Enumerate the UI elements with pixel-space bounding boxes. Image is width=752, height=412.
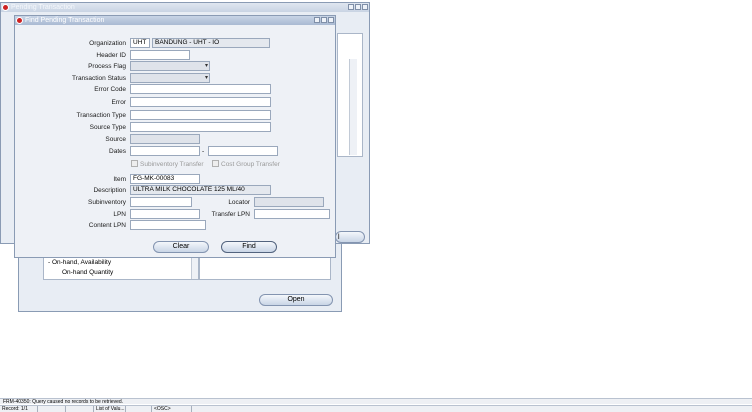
status-message-bar: FRM-40350: Query caused no records to be… (0, 398, 752, 405)
status-info-bar: Record: 1/1 List of Valu... <OSC> (0, 405, 752, 412)
subinventory-label: Subinventory (88, 199, 126, 206)
oracle-app-icon (16, 17, 23, 24)
process-flag-label: Process Flag (88, 63, 126, 70)
minimize-icon[interactable] (348, 4, 354, 10)
description-field: ULTRA MILK CHOCOLATE 125 ML/40 (130, 185, 271, 195)
description-label: Description (93, 187, 126, 194)
clear-button-label: Clear (172, 243, 190, 250)
content-lpn-field[interactable] (130, 220, 206, 230)
locator-field (254, 197, 324, 207)
pending-window-titlebar[interactable]: Pending Transaction (1, 3, 369, 12)
source-type-field[interactable] (130, 122, 271, 132)
checkbox-icon (212, 160, 219, 167)
oracle-app-icon (2, 4, 9, 11)
header-id-label: Header ID (96, 52, 126, 59)
source-type-label: Source Type (89, 124, 126, 131)
find-button-label: Find (242, 243, 256, 250)
record-indicator: Record: 1/1 (0, 406, 38, 412)
detail-panel (199, 256, 331, 280)
pending-window-title: Pending Transaction (11, 4, 75, 11)
dates-separator: - (202, 148, 205, 155)
status-segment-blank-3 (126, 406, 152, 412)
status-segment-blank-1 (38, 406, 66, 412)
content-lpn-label: Content LPN (88, 222, 126, 229)
date-to-field[interactable] (208, 146, 278, 156)
open-button-label: Open (287, 296, 305, 303)
error-code-label: Error Code (94, 86, 126, 93)
organization-code-field[interactable]: UHT (130, 38, 150, 48)
transaction-status-label: Transaction Status (72, 75, 126, 82)
minimize-icon[interactable] (314, 17, 320, 23)
error-code-field[interactable] (130, 84, 271, 94)
partial-button-area[interactable]: l (335, 231, 365, 243)
source-label: Source (105, 136, 126, 143)
transfer-lpn-label: Transfer LPN (211, 211, 250, 218)
item-field[interactable]: FG-MK-00083 (130, 174, 200, 184)
find-button[interactable]: Find (221, 241, 277, 253)
subinventory-transfer-checkbox[interactable]: Subinventory Transfer (131, 160, 204, 168)
subinventory-transfer-label: Subinventory Transfer (140, 161, 204, 168)
item-label: Item (113, 176, 126, 183)
results-scrollbar[interactable] (349, 59, 357, 155)
find-dialog-title: Find Pending Transaction (25, 17, 105, 24)
error-field[interactable] (130, 97, 271, 107)
partial-button-label: l (338, 234, 340, 241)
transaction-status-select[interactable] (130, 73, 210, 83)
organization-name-field: BANDUNG - UHT - IO (152, 38, 270, 48)
find-dialog-titlebar[interactable]: Find Pending Transaction (15, 16, 335, 25)
locator-label: Locator (228, 199, 250, 206)
osc-indicator: <OSC> (152, 406, 192, 412)
source-field (130, 134, 200, 144)
clear-button[interactable]: Clear (153, 241, 209, 253)
tree-list: - On-hand, Availability On-hand Quantity (43, 256, 199, 280)
close-icon[interactable] (362, 4, 368, 10)
subinventory-field[interactable] (130, 197, 192, 207)
tree-item-onhand-availability[interactable]: - On-hand, Availability (48, 259, 111, 266)
maximize-icon[interactable] (321, 17, 327, 23)
tree-item-onhand-quantity[interactable]: On-hand Quantity (62, 269, 113, 276)
find-pending-transaction-dialog: Find Pending Transaction Organization UH… (14, 15, 336, 258)
cost-group-transfer-label: Cost Group Transfer (221, 161, 280, 168)
date-from-field[interactable] (130, 146, 200, 156)
maximize-icon[interactable] (355, 4, 361, 10)
tree-scrollbar[interactable] (191, 257, 198, 279)
open-button[interactable]: Open (259, 294, 333, 306)
list-of-values-indicator: List of Valu... (96, 406, 126, 412)
status-segment-blank-2 (66, 406, 94, 412)
close-icon[interactable] (328, 17, 334, 23)
header-id-field[interactable] (130, 50, 190, 60)
process-flag-select[interactable] (130, 61, 210, 71)
organization-label: Organization (89, 40, 126, 47)
error-label: Error (111, 99, 126, 106)
checkbox-icon (131, 160, 138, 167)
lpn-label: LPN (113, 211, 126, 218)
transaction-type-label: Transaction Type (76, 112, 127, 119)
transfer-lpn-field[interactable] (254, 209, 330, 219)
cost-group-transfer-checkbox[interactable]: Cost Group Transfer (212, 160, 280, 168)
transaction-type-field[interactable] (130, 110, 271, 120)
lpn-field[interactable] (130, 209, 200, 219)
dates-label: Dates (109, 148, 126, 155)
